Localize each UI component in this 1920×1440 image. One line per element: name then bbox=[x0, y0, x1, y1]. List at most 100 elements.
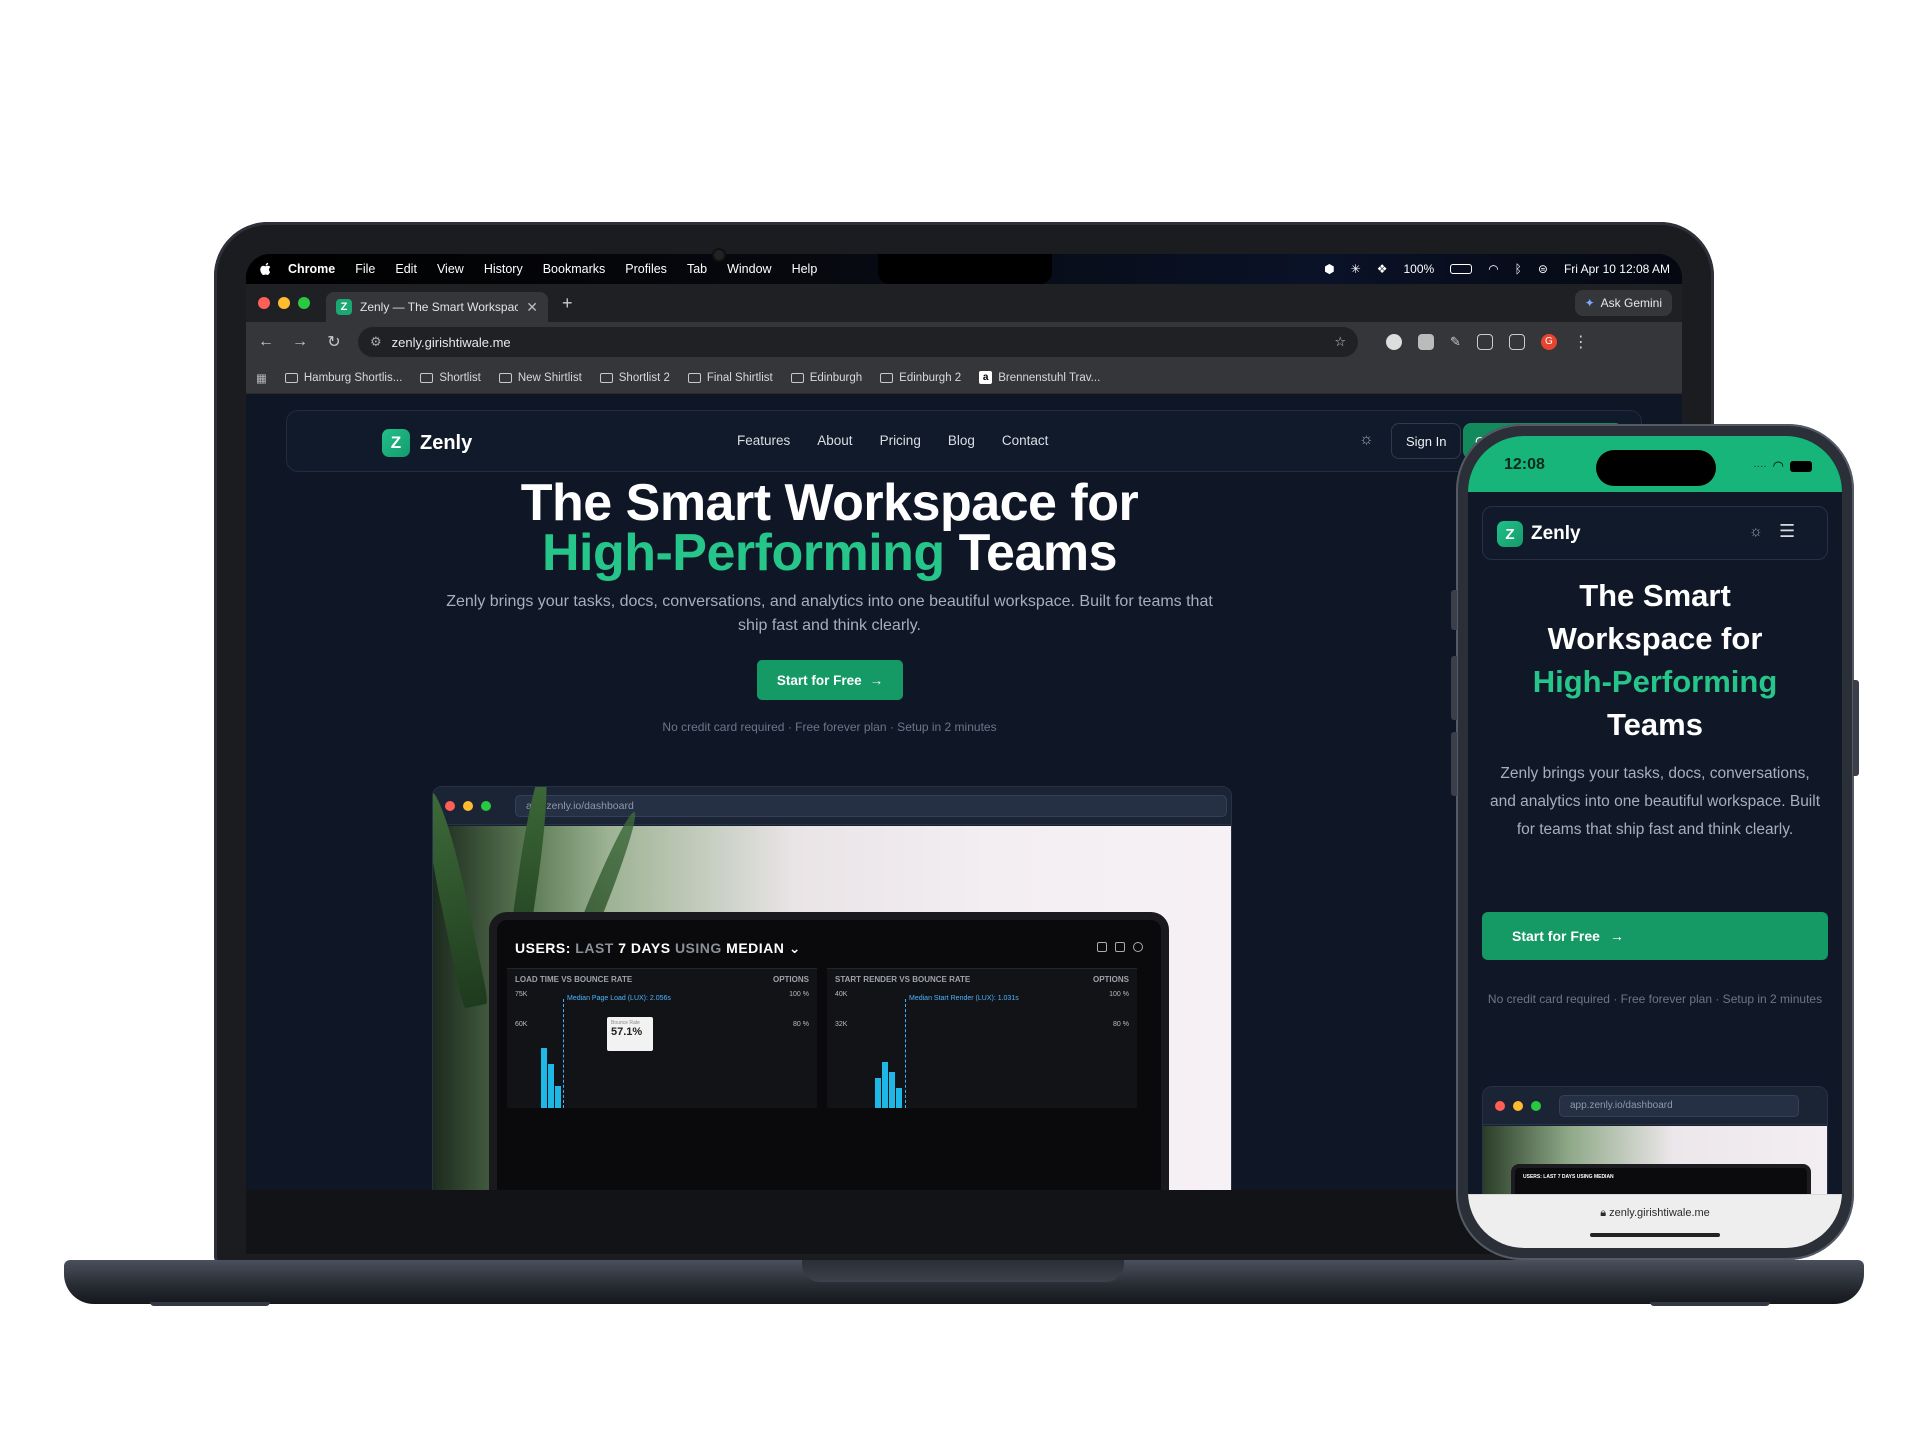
menu-history[interactable]: History bbox=[484, 262, 523, 276]
cta-label: Start for Free bbox=[1512, 928, 1600, 944]
menu-profiles[interactable]: Profiles bbox=[625, 262, 667, 276]
nav-blog[interactable]: Blog bbox=[948, 433, 975, 448]
window-controls bbox=[258, 297, 310, 309]
back-icon[interactable]: ← bbox=[256, 333, 276, 351]
dashboard-icons bbox=[1097, 942, 1143, 952]
menu-tab[interactable]: Tab bbox=[687, 262, 707, 276]
extensions-area: ✎ G ⋮ bbox=[1386, 332, 1589, 352]
wifi-icon[interactable]: ◠ bbox=[1488, 262, 1498, 276]
dashboard-heading: USERS: LAST 7 DAYS USING MEDIAN ⌄ bbox=[515, 940, 801, 957]
preview-yellow-dot bbox=[1513, 1100, 1523, 1111]
bookmark-folder[interactable]: Edinburgh bbox=[790, 372, 862, 384]
phone-action-button bbox=[1451, 590, 1457, 630]
tooltip-label: Bounce Rate bbox=[611, 1020, 640, 1026]
bookmark-label: Shortlist bbox=[439, 371, 481, 384]
brand-name: Zenly bbox=[1531, 523, 1581, 544]
sparkle-icon[interactable]: ✳ bbox=[1351, 262, 1361, 276]
laptop-hinge-notch bbox=[802, 1260, 1124, 1282]
histogram-bar bbox=[555, 1086, 561, 1108]
profile-avatar[interactable]: G bbox=[1540, 334, 1557, 350]
puzzle-icon[interactable] bbox=[1476, 334, 1493, 350]
start-for-free-button[interactable]: Start for Free → bbox=[757, 660, 903, 700]
ask-gemini-label: Ask Gemini bbox=[1600, 296, 1662, 310]
bookmark-folder[interactable]: Shortlist 2 bbox=[599, 372, 670, 384]
new-tab-button[interactable]: + bbox=[562, 293, 573, 314]
hero-title-line1: The Smart Workspace for bbox=[520, 474, 1139, 532]
cube-icon[interactable]: ⬢ bbox=[1324, 262, 1334, 276]
bookmark-link[interactable]: a Brennenstuhl Trav... bbox=[979, 371, 1100, 384]
histogram-bar bbox=[541, 1048, 547, 1108]
close-window-button[interactable] bbox=[258, 297, 270, 309]
menu-edit[interactable]: Edit bbox=[395, 262, 417, 276]
preview-yellow-dot bbox=[463, 800, 473, 811]
menu-file[interactable]: File bbox=[355, 262, 375, 276]
phone-volume-down bbox=[1451, 732, 1457, 796]
phone-safari-address-bar[interactable]: 🔒︎ zenly.girishtiwale.me bbox=[1468, 1194, 1842, 1248]
median-annotation: Median Start Render (LUX): 1.031s bbox=[909, 995, 1019, 1002]
chevron-down-icon: ⌄ bbox=[788, 940, 802, 956]
bookmark-folder[interactable]: Hamburg Shortlis... bbox=[284, 372, 402, 384]
tab-search-icon[interactable] bbox=[1508, 334, 1525, 350]
sun-icon[interactable]: ☼ bbox=[1359, 431, 1374, 449]
panel-options: OPTIONS bbox=[1092, 975, 1129, 984]
axis-label: 100 % bbox=[1109, 991, 1129, 998]
nav-about[interactable]: About bbox=[817, 433, 852, 448]
more-menu-icon[interactable]: ⋮ bbox=[1573, 332, 1589, 352]
minimize-window-button[interactable] bbox=[278, 297, 290, 309]
median-line bbox=[563, 999, 564, 1108]
bookmark-folder[interactable]: New Shirtlist bbox=[498, 372, 582, 384]
control-center-icon[interactable]: ⊜ bbox=[1538, 262, 1548, 276]
forward-icon[interactable]: → bbox=[290, 333, 310, 351]
extension-s-icon[interactable] bbox=[1386, 334, 1402, 350]
apple-icon[interactable] bbox=[258, 261, 274, 277]
phone-brand[interactable]: Z Zenly bbox=[1497, 521, 1581, 547]
zenly-logo-icon: Z bbox=[1497, 521, 1523, 547]
dynamic-island bbox=[1596, 450, 1716, 486]
sign-in-button[interactable]: Sign In bbox=[1391, 423, 1462, 459]
bluetooth-icon[interactable]: ᛒ bbox=[1515, 262, 1522, 276]
menu-app-name[interactable]: Chrome bbox=[288, 262, 335, 276]
menu-window[interactable]: Window bbox=[727, 262, 771, 276]
nav-contact[interactable]: Contact bbox=[1002, 433, 1049, 448]
laptop-foot-right bbox=[1650, 1302, 1770, 1306]
menu-help[interactable]: Help bbox=[792, 262, 818, 276]
star-icon[interactable]: ☆ bbox=[1334, 334, 1346, 350]
menu-bookmarks[interactable]: Bookmarks bbox=[543, 262, 606, 276]
hero-subtitle: Zenly brings your tasks, docs, conversat… bbox=[446, 593, 1213, 634]
ask-gemini-button[interactable]: ✦ Ask Gemini bbox=[1574, 290, 1672, 316]
brand[interactable]: Z Zenly bbox=[382, 429, 472, 457]
eyedropper-icon[interactable]: ✎ bbox=[1450, 334, 1461, 350]
reload-icon[interactable]: ↻ bbox=[324, 332, 344, 352]
dropbox-icon[interactable]: ❖ bbox=[1377, 262, 1388, 276]
histogram-bar bbox=[875, 1078, 881, 1108]
start-render-panel: START RENDER VS BOUNCE RATE OPTIONS 40K … bbox=[827, 968, 1137, 1108]
sun-icon[interactable]: ☼ bbox=[1749, 523, 1763, 540]
active-tab[interactable]: Z Zenly — The Smart Workspac ✕ bbox=[326, 292, 548, 322]
monitor-icon bbox=[1097, 942, 1107, 952]
apps-grid-icon[interactable]: ▦ bbox=[256, 371, 267, 385]
phone-start-for-free-button[interactable]: Start for Free → bbox=[1482, 912, 1828, 960]
site-info-icon[interactable]: ⚙ bbox=[370, 334, 382, 350]
bookmark-folder[interactable]: Shortlist bbox=[420, 372, 481, 384]
bookmark-folder[interactable]: Edinburgh 2 bbox=[880, 372, 961, 384]
zoom-window-button[interactable] bbox=[298, 297, 310, 309]
menu-icon[interactable]: ☰ bbox=[1779, 521, 1795, 542]
folder-icon bbox=[498, 372, 512, 383]
close-tab-icon[interactable]: ✕ bbox=[526, 299, 538, 316]
median-line bbox=[905, 999, 906, 1108]
address-bar[interactable]: ⚙ zenly.girishtiwale.me ☆ bbox=[358, 327, 1358, 357]
phone-status-bar: 12:08 ···· ◠ bbox=[1468, 436, 1842, 492]
zenly-favicon: Z bbox=[336, 299, 352, 315]
nav-pricing[interactable]: Pricing bbox=[880, 433, 921, 448]
menu-view[interactable]: View bbox=[437, 262, 464, 276]
axis-label: 80 % bbox=[1113, 1021, 1129, 1028]
battery-icon[interactable] bbox=[1450, 264, 1473, 274]
folder-icon bbox=[687, 372, 701, 383]
bookmark-folder[interactable]: Final Shirtlist bbox=[687, 372, 773, 384]
menubar-datetime[interactable]: Fri Apr 10 12:08 AM bbox=[1564, 262, 1670, 276]
nav-links: Features About Pricing Blog Contact bbox=[737, 433, 1048, 448]
battery-icon bbox=[1790, 460, 1812, 472]
nav-features[interactable]: Features bbox=[737, 433, 790, 448]
phone-title-line: Workspace for bbox=[1547, 621, 1763, 656]
extension-note-icon[interactable] bbox=[1418, 334, 1434, 350]
